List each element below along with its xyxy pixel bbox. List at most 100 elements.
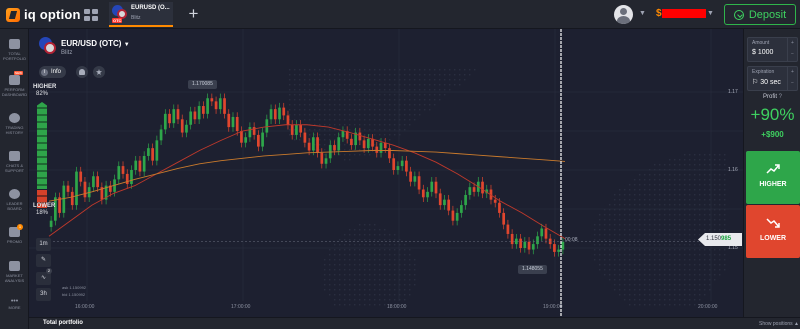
map-dot xyxy=(704,159,706,161)
map-dot xyxy=(629,214,631,216)
asset-grid-button[interactable] xyxy=(80,5,100,25)
asset-tab-eurusd[interactable]: OTC EURUSD (O... Blitz xyxy=(109,2,173,27)
map-dot xyxy=(684,219,686,221)
map-dot xyxy=(309,114,311,116)
map-dot xyxy=(689,264,691,266)
map-dot xyxy=(374,244,376,246)
map-dot xyxy=(299,119,301,121)
logo-icon xyxy=(6,7,20,22)
map-dot xyxy=(404,109,406,111)
sidebar-item-label: MARKET ANALYSIS xyxy=(4,273,25,283)
map-dot xyxy=(389,259,391,261)
decrease-icon[interactable]: − xyxy=(788,49,797,60)
candle xyxy=(464,194,467,206)
map-dot xyxy=(369,304,371,306)
info-button[interactable]: i Info xyxy=(39,66,67,78)
expiration-stepper[interactable]: + − xyxy=(787,67,797,90)
map-dot xyxy=(694,174,696,176)
map-dot xyxy=(659,254,661,256)
map-dot xyxy=(619,294,621,296)
y-tick-label: 1.17 xyxy=(728,89,738,95)
balance-display[interactable]: $ xyxy=(656,8,706,19)
map-dot xyxy=(659,304,661,306)
expiration-select[interactable]: Expiration ⚐ 30 sec + − xyxy=(747,66,798,91)
map-dot xyxy=(659,184,661,186)
higher-button[interactable]: HIGHER xyxy=(746,151,800,204)
price-chart[interactable] xyxy=(29,29,743,317)
sidebar-item-more[interactable]: ••• MORE xyxy=(0,298,29,310)
favorite-button[interactable] xyxy=(93,66,105,78)
candle xyxy=(388,148,391,159)
map-dot xyxy=(719,259,721,261)
candle xyxy=(561,241,565,250)
sidebar-item-trading-history[interactable]: TRADING HISTORY xyxy=(0,113,29,135)
timeframe-3h-button[interactable]: 3h xyxy=(36,288,51,301)
add-tab-button[interactable]: + xyxy=(183,4,204,25)
increase-icon[interactable]: + xyxy=(788,38,797,49)
map-dot xyxy=(299,139,301,141)
brand-logo[interactable]: iq option xyxy=(6,7,81,22)
map-dot xyxy=(349,294,351,296)
sidebar-item-market-analysis[interactable]: MARKET ANALYSIS xyxy=(0,261,29,283)
increase-icon[interactable]: + xyxy=(788,67,797,78)
decrease-icon[interactable]: − xyxy=(788,78,797,89)
map-dot xyxy=(599,249,601,251)
sidebar-item-perform-dashboard[interactable]: NEW PERFORM DASHBOARD xyxy=(0,71,29,97)
sidebar-item-chats-support[interactable]: CHATS & SUPPORT xyxy=(0,151,29,173)
map-dot xyxy=(669,264,671,266)
chevron-down-icon: ▼ xyxy=(123,42,130,48)
map-dot xyxy=(419,114,421,116)
map-dot xyxy=(349,69,351,71)
map-dot xyxy=(349,229,351,231)
alert-button[interactable] xyxy=(76,66,88,78)
candle xyxy=(138,160,142,172)
map-dot xyxy=(709,179,711,181)
balance-chevron-icon[interactable]: ▼ xyxy=(707,10,714,17)
map-dot xyxy=(614,219,616,221)
map-dot xyxy=(649,289,651,291)
candle xyxy=(421,189,425,198)
map-dot xyxy=(634,224,636,226)
draw-tool-button[interactable]: ✎ xyxy=(36,254,51,267)
chart-area[interactable]: EUR/USD (OTC) ▼ Blitz i Info HIGHER 82% … xyxy=(29,29,743,317)
map-dot xyxy=(659,219,661,221)
map-dot xyxy=(354,84,356,86)
candle xyxy=(240,131,243,143)
sidebar-item-label: PERFORM DASHBOARD xyxy=(1,87,28,97)
map-dot xyxy=(689,289,691,291)
map-dot xyxy=(409,264,411,266)
map-dot xyxy=(699,174,701,176)
sidebar-item-leader-board[interactable]: LEADER BOARD xyxy=(0,189,29,211)
map-dot xyxy=(349,119,351,121)
map-dot xyxy=(679,229,681,231)
help-icon[interactable]: ? xyxy=(779,94,782,100)
candle xyxy=(130,170,133,185)
map-dot xyxy=(329,89,331,91)
map-dot xyxy=(324,289,326,291)
lower-button[interactable]: LOWER xyxy=(746,205,800,258)
map-dot xyxy=(314,74,316,76)
sidebar-item-total-portfolio[interactable]: TOTAL PORTFOLIO xyxy=(0,39,29,61)
asset-name[interactable]: EUR/USD (OTC) ▼ xyxy=(61,39,130,48)
map-dot xyxy=(594,229,596,231)
timeframe-1m-button[interactable]: 1m xyxy=(36,238,51,251)
deposit-button[interactable]: Deposit xyxy=(724,4,796,25)
map-dot xyxy=(349,89,351,91)
amount-input[interactable]: Amount $ 1000 + − xyxy=(747,37,798,62)
amount-stepper[interactable]: + − xyxy=(787,38,797,61)
show-positions-button[interactable]: Show positions ▲ xyxy=(759,321,799,327)
map-dot xyxy=(369,94,371,96)
map-dot xyxy=(659,199,661,201)
map-dot xyxy=(389,89,391,91)
chevron-down-icon[interactable]: ▼ xyxy=(639,10,646,17)
sidebar-item-promo[interactable]: 1 PROMO xyxy=(0,224,29,244)
map-dot xyxy=(394,84,396,86)
map-dot xyxy=(629,299,631,301)
avatar[interactable] xyxy=(614,5,633,24)
map-dot xyxy=(389,79,391,81)
map-dot xyxy=(349,104,351,106)
map-dot xyxy=(689,274,691,276)
map-dot xyxy=(379,299,381,301)
total-portfolio-tab[interactable]: Total portfolio xyxy=(43,320,83,326)
map-dot xyxy=(689,189,691,191)
